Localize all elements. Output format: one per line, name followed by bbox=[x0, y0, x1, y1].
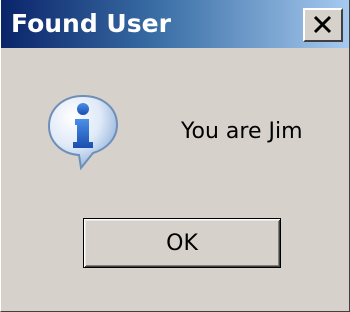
info-icon bbox=[45, 92, 121, 172]
dialog-title: Found User bbox=[11, 9, 171, 38]
dialog-message: You are Jim bbox=[181, 119, 303, 144]
message-dialog: Found User You are Jim OK bbox=[0, 0, 350, 312]
title-bar[interactable]: Found User bbox=[1, 0, 349, 48]
close-icon bbox=[313, 15, 332, 34]
close-button[interactable] bbox=[303, 8, 343, 42]
ok-button[interactable]: OK bbox=[83, 218, 281, 268]
